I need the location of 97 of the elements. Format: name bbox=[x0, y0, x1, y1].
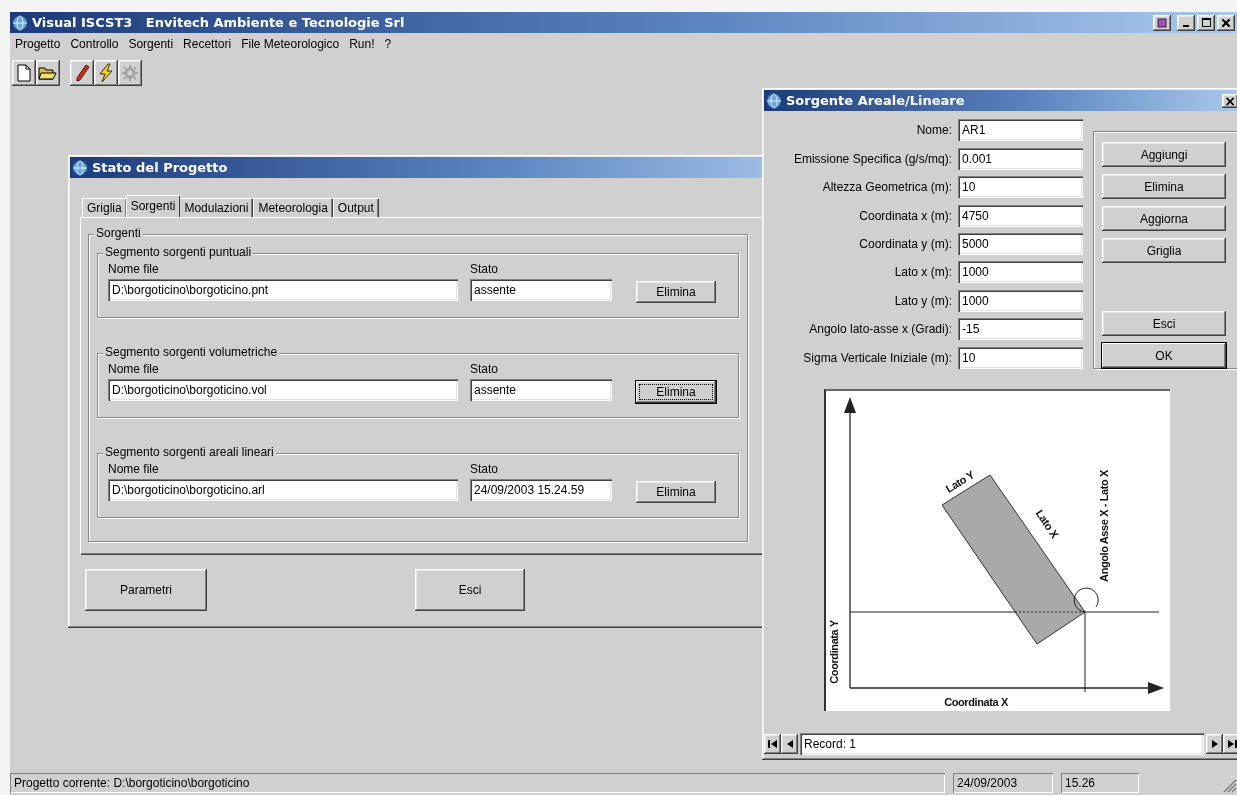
dialog-button[interactable]: Esci bbox=[1102, 311, 1226, 336]
status-date: 24/09/2003 bbox=[953, 773, 1053, 793]
menu-item[interactable]: Controllo bbox=[65, 37, 124, 51]
dialog-button[interactable]: Griglia bbox=[1102, 238, 1226, 263]
previous-record-button[interactable] bbox=[781, 734, 798, 754]
menu-item[interactable]: Progetto bbox=[10, 37, 66, 51]
input-field[interactable]: 1000 bbox=[958, 289, 1083, 312]
field-label: Emissione Specifica (g/s/mq): bbox=[792, 151, 952, 166]
square-icon bbox=[1157, 17, 1167, 28]
field-label: Coordinata y (m): bbox=[858, 237, 952, 251]
window-title: Stato del Progetto bbox=[92, 160, 229, 175]
maximize-icon bbox=[1201, 18, 1211, 27]
toolbar-button[interactable] bbox=[12, 60, 36, 86]
field-label: Nome file bbox=[108, 362, 160, 378]
axis-label: Coordinata X bbox=[944, 696, 1008, 708]
dialog-button[interactable]: Aggiorna bbox=[1102, 206, 1226, 231]
field-label: Nome file bbox=[108, 262, 160, 278]
delete-button[interactable]: Elimina bbox=[636, 481, 716, 503]
dialog-button[interactable]: Aggiungi bbox=[1102, 142, 1226, 167]
group-title: Segmento sorgenti volumetriche bbox=[103, 345, 280, 360]
input-field[interactable]: -15 bbox=[958, 318, 1083, 341]
tab[interactable]: Output bbox=[332, 198, 379, 217]
triangle-right-icon bbox=[1209, 739, 1220, 749]
state-field[interactable]: 24/09/2003 15.24.59 bbox=[470, 479, 612, 501]
exit-button[interactable]: Esci bbox=[415, 569, 525, 611]
angle-label: Angolo Asse X - Lato X bbox=[1098, 470, 1110, 582]
menu-item[interactable]: File Meteorologico bbox=[236, 37, 345, 51]
dialog-button[interactable]: Elimina bbox=[1102, 174, 1226, 199]
field-label: Stato bbox=[470, 462, 500, 478]
lightning-icon bbox=[96, 63, 116, 83]
input-field[interactable]: 10 bbox=[958, 176, 1083, 199]
close-button[interactable] bbox=[1217, 14, 1235, 31]
status-time: 15.26 bbox=[1061, 773, 1139, 793]
field-label: Lato y (m): bbox=[893, 293, 952, 308]
minimize-button[interactable] bbox=[1177, 14, 1195, 31]
group-title: Sorgenti bbox=[94, 226, 143, 241]
dialog-button[interactable]: OK bbox=[1102, 343, 1226, 368]
group-title: Segmento sorgenti areali lineari bbox=[103, 445, 276, 460]
next-record-button[interactable] bbox=[1206, 734, 1223, 754]
parameters-button[interactable]: Parametri bbox=[85, 569, 207, 611]
tab[interactable]: Meteorologia bbox=[253, 198, 333, 217]
resize-grip-icon bbox=[1223, 779, 1237, 793]
input-field[interactable]: 1000 bbox=[958, 261, 1083, 284]
minimize-icon bbox=[1183, 24, 1189, 27]
input-field[interactable]: 10 bbox=[958, 346, 1083, 369]
window-title: Sorgente Areale/Lineare bbox=[786, 93, 966, 108]
app-button[interactable] bbox=[1153, 14, 1171, 31]
side-label: Lato Y bbox=[943, 468, 977, 495]
state-field[interactable]: assente bbox=[470, 279, 612, 301]
tab[interactable]: Sorgenti bbox=[125, 195, 181, 217]
gear-icon bbox=[120, 63, 140, 83]
menu-item[interactable]: Run! bbox=[344, 37, 380, 51]
toolbar-button[interactable] bbox=[70, 60, 94, 86]
file-field[interactable]: D:\borgoticino\borgoticino.vol bbox=[108, 379, 458, 401]
maximize-button[interactable] bbox=[1197, 14, 1215, 31]
dashed-line bbox=[1014, 611, 1086, 613]
globe-icon bbox=[766, 92, 782, 109]
toolbar-button[interactable] bbox=[94, 60, 118, 86]
first-record-button[interactable] bbox=[764, 734, 781, 754]
group-title: Segmento sorgenti puntuali bbox=[103, 245, 254, 260]
globe-icon bbox=[72, 159, 88, 176]
new-file-icon bbox=[14, 63, 34, 83]
menu-item[interactable]: Recettori bbox=[178, 37, 237, 51]
field-label: Lato x (m): bbox=[893, 265, 952, 280]
axis-label: Coordinata Y bbox=[828, 620, 840, 684]
field-label: Angolo lato-asse x (Gradi): bbox=[808, 322, 952, 337]
state-field[interactable]: assente bbox=[470, 379, 612, 401]
record-field[interactable]: Record: 1 bbox=[800, 733, 1204, 755]
close-button[interactable]: × bbox=[1222, 93, 1237, 108]
input-field[interactable]: 4750 bbox=[958, 204, 1083, 227]
file-field[interactable]: D:\borgoticino\borgoticino.pnt bbox=[108, 279, 458, 301]
skip-forward-icon bbox=[1226, 739, 1237, 749]
window-title: Visual ISCST3 Envitech Ambiente e Tecnologie Srl bbox=[32, 15, 406, 30]
toolbar-button[interactable] bbox=[36, 60, 60, 86]
field-label: Stato bbox=[470, 262, 500, 278]
field-label: Altezza Geometrica (m): bbox=[821, 180, 952, 195]
angle-arc bbox=[1073, 587, 1099, 613]
close-icon bbox=[1222, 18, 1230, 27]
tab[interactable]: Modulazioni bbox=[179, 198, 254, 217]
skip-back-icon bbox=[767, 739, 778, 749]
file-field[interactable]: D:\borgoticino\borgoticino.arl bbox=[108, 479, 458, 501]
field-label: Sigma Verticale Iniziale (m): bbox=[802, 350, 952, 365]
delete-button[interactable]: Elimina bbox=[636, 381, 716, 403]
input-field[interactable]: 0.001 bbox=[958, 147, 1083, 170]
field-label: Nome file bbox=[108, 462, 160, 478]
input-field[interactable]: 5000 bbox=[958, 233, 1083, 255]
globe-icon bbox=[12, 14, 28, 31]
menu-item[interactable]: ? bbox=[379, 37, 397, 51]
status-text: Progetto corrente: D:\borgoticino\borgoticino bbox=[10, 773, 945, 793]
input-field[interactable]: AR1 bbox=[958, 119, 1083, 142]
field-label: Stato bbox=[470, 362, 500, 378]
menu-item[interactable]: Sorgenti bbox=[123, 37, 179, 51]
field-label: Nome: bbox=[915, 123, 952, 138]
last-record-button[interactable] bbox=[1223, 734, 1237, 754]
field-label: Coordinata x (m): bbox=[858, 208, 952, 223]
tab[interactable]: Griglia bbox=[82, 198, 127, 217]
delete-button[interactable]: Elimina bbox=[636, 281, 716, 303]
